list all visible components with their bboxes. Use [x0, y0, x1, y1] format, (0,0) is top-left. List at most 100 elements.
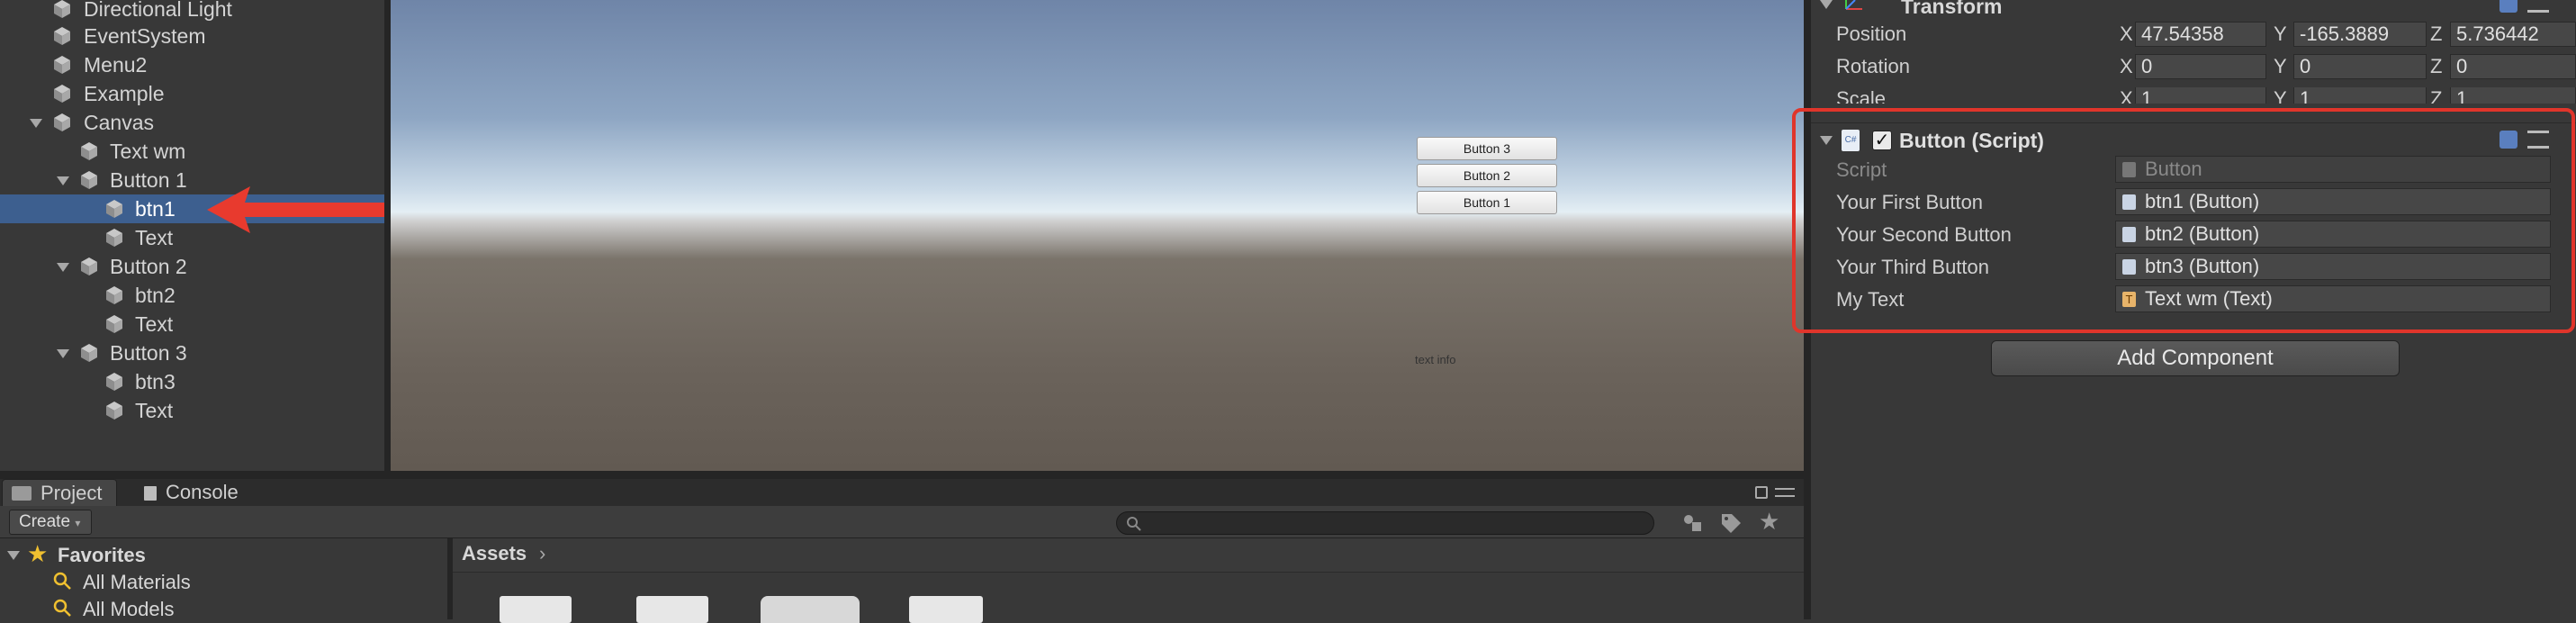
- gameobject-cube-icon: [54, 56, 70, 74]
- gameobject-cube-icon: [54, 0, 70, 18]
- scene-button-3[interactable]: Button 3: [1417, 137, 1557, 160]
- hierarchy-item-label: EventSystem: [84, 24, 206, 48]
- search-icon: [53, 599, 71, 617]
- filter-by-label-icon[interactable]: [1719, 511, 1743, 535]
- annotation-arrow-icon: [207, 186, 387, 233]
- hierarchy-item-text[interactable]: Text: [0, 396, 384, 425]
- axis-y-label: Y: [2274, 55, 2287, 77]
- rotation-x-field[interactable]: 0: [2135, 54, 2266, 79]
- scene-button-2[interactable]: Button 2: [1417, 164, 1557, 187]
- menu-icon[interactable]: [1775, 488, 1795, 497]
- favorite-all-models[interactable]: All Models: [83, 598, 174, 621]
- dropdown-arrow-icon: ▾: [75, 517, 81, 529]
- panel-divider[interactable]: [384, 0, 391, 474]
- scene-view[interactable]: Button 3 Button 2 Button 1 text info: [391, 0, 1804, 471]
- transform-axes-icon: [1845, 0, 1862, 10]
- axis-x-label: X: [2120, 87, 2133, 104]
- settings-gear-icon[interactable]: [2527, 0, 2549, 13]
- axis-x-label: X: [2120, 55, 2133, 77]
- hierarchy-item-label: Text wm: [110, 140, 186, 163]
- lock-icon[interactable]: [1755, 486, 1768, 499]
- axis-z-label: Z: [2430, 87, 2443, 104]
- hierarchy-item-label: Button 3: [110, 341, 187, 365]
- hierarchy-item-canvas[interactable]: Canvas: [0, 108, 384, 137]
- gameobject-cube-icon: [106, 229, 122, 247]
- tab-console[interactable]: Console: [135, 479, 270, 506]
- gameobject-cube-icon: [106, 315, 122, 333]
- help-icon[interactable]: [2499, 0, 2517, 13]
- assets-breadcrumb-label[interactable]: Assets: [462, 542, 527, 565]
- hierarchy-item-text[interactable]: Text: [0, 310, 384, 339]
- position-z-field[interactable]: 5.736442: [2450, 22, 2576, 47]
- scene-button-1[interactable]: Button 1: [1417, 191, 1557, 214]
- scale-row: Scale X 1 Y 1 Z 1: [1811, 87, 2576, 104]
- hierarchy-item-menu2[interactable]: Menu2: [0, 50, 384, 79]
- rotation-y-field[interactable]: 0: [2293, 54, 2427, 79]
- expand-triangle-icon[interactable]: [7, 551, 20, 560]
- gameobject-cube-icon: [81, 344, 97, 362]
- create-label: Create: [19, 512, 71, 531]
- favorite-star-icon[interactable]: ★: [1759, 508, 1779, 536]
- search-icon: [53, 572, 71, 590]
- chevron-right-icon: ›: [539, 542, 546, 564]
- panel-divider[interactable]: [0, 471, 1804, 479]
- hierarchy-item-button-3[interactable]: Button 3: [0, 339, 384, 367]
- add-component-button[interactable]: Add Component: [1991, 340, 2400, 376]
- tab-project[interactable]: Project: [2, 479, 117, 506]
- tab-project-label: Project: [41, 482, 103, 504]
- axis-y-label: Y: [2274, 87, 2287, 104]
- create-dropdown[interactable]: Create ▾: [9, 510, 92, 535]
- hierarchy-item-eventsystem[interactable]: EventSystem: [0, 22, 384, 50]
- hierarchy-item-label: btn1: [135, 197, 176, 221]
- hierarchy-item-label: Text: [135, 312, 174, 336]
- hierarchy-item-btn2[interactable]: btn2: [0, 281, 384, 310]
- position-x-field[interactable]: 47.54358: [2135, 22, 2266, 47]
- hierarchy-item-directional-light[interactable]: Directional Light: [0, 0, 384, 23]
- hierarchy-item-label: Canvas: [84, 111, 154, 134]
- gameobject-cube-icon: [106, 200, 122, 218]
- rotation-z-field[interactable]: 0: [2450, 54, 2576, 79]
- rotation-label: Rotation: [1836, 55, 1910, 77]
- hierarchy-item-btn3[interactable]: btn3: [0, 367, 384, 396]
- folder-icon: [12, 486, 32, 501]
- hierarchy-item-label: Text: [135, 226, 174, 249]
- search-icon: [1127, 517, 1141, 531]
- scale-z-field[interactable]: 1: [2450, 87, 2576, 104]
- highlight-box: [1792, 108, 2575, 333]
- hierarchy-item-label: Text: [135, 399, 174, 422]
- axis-z-label: Z: [2430, 23, 2443, 45]
- gameobject-cube-icon: [106, 402, 122, 420]
- expand-triangle-icon[interactable]: [57, 263, 69, 272]
- hierarchy-item-label: Example: [84, 82, 165, 105]
- hierarchy-item-example[interactable]: Example: [0, 79, 384, 108]
- collapse-triangle-icon[interactable]: [1820, 0, 1833, 9]
- scale-y-field[interactable]: 1: [2293, 87, 2427, 104]
- favorites-star-icon: ★: [27, 540, 49, 567]
- hierarchy-item-text-wm[interactable]: Text wm: [0, 137, 384, 166]
- scale-x-field[interactable]: 1: [2135, 87, 2266, 104]
- hierarchy-item-label: Button 1: [110, 168, 187, 192]
- position-y-field[interactable]: -165.3889: [2293, 22, 2427, 47]
- console-icon: [144, 486, 157, 501]
- gameobject-cube-icon: [81, 257, 97, 275]
- project-tab-bar: Project Console: [0, 479, 1804, 506]
- expand-triangle-icon[interactable]: [57, 176, 69, 185]
- hierarchy-item-label: Directional Light: [84, 0, 232, 21]
- axis-x-label: X: [2120, 23, 2133, 45]
- axis-y-label: Y: [2274, 23, 2287, 45]
- filter-by-type-icon[interactable]: [1680, 511, 1705, 535]
- favorite-all-materials[interactable]: All Materials: [83, 571, 191, 594]
- favorites-label[interactable]: Favorites: [58, 544, 146, 567]
- gameobject-cube-icon: [54, 113, 70, 131]
- hierarchy-item-button-2[interactable]: Button 2: [0, 252, 384, 281]
- gameobject-cube-icon: [106, 286, 122, 304]
- expand-triangle-icon[interactable]: [57, 349, 69, 358]
- search-input[interactable]: [1116, 511, 1654, 535]
- tab-console-label: Console: [166, 481, 239, 503]
- scene-text-info: text info: [1415, 353, 1456, 366]
- assets-breadcrumb: Assets ›: [453, 538, 1804, 573]
- gameobject-cube-icon: [54, 85, 70, 103]
- scale-label: Scale: [1836, 87, 1887, 104]
- expand-triangle-icon[interactable]: [30, 119, 42, 128]
- hierarchy-panel: Directional Light EventSystem Menu2 Exam…: [0, 0, 384, 474]
